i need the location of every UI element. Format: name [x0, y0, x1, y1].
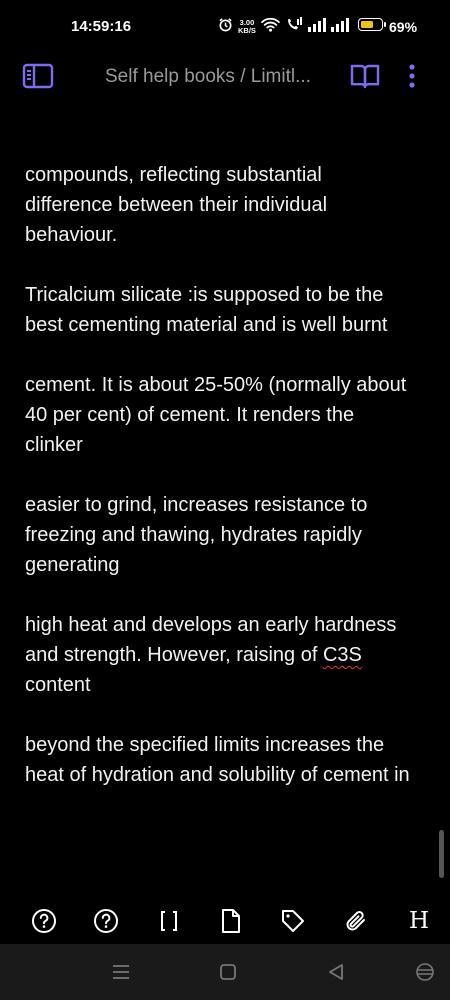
sidebar-toggle-icon[interactable]: [22, 62, 54, 95]
status-bar: 14:59:16 3.00 KB/S 69%: [0, 0, 450, 58]
editor-toolbar: H: [0, 900, 450, 944]
paragraph-text: content: [25, 674, 91, 696]
wifi-icon: [261, 17, 280, 37]
battery-icon: [358, 18, 386, 31]
signal-icon: [307, 17, 326, 37]
brackets-icon[interactable]: [155, 906, 183, 936]
note-content[interactable]: compounds, reflecting substantial differ…: [25, 160, 410, 820]
paragraph: high heat and develops an early hardness…: [25, 610, 410, 700]
help-circle-icon[interactable]: [92, 906, 120, 936]
alarm-icon: [218, 17, 233, 37]
paragraph: cement. It is about 25-50% (normally abo…: [25, 374, 407, 456]
paragraph: compounds, reflecting substantial differ…: [25, 164, 328, 246]
tag-icon[interactable]: [279, 906, 307, 936]
scrollbar-thumb[interactable]: [439, 830, 444, 878]
paragraph: Tricalcium silicate :is supposed to be t…: [25, 284, 388, 336]
net-speed: 3.00 KB/S: [238, 19, 256, 35]
back-triangle-icon[interactable]: [326, 962, 346, 987]
battery-level: [361, 21, 373, 28]
more-vert-icon[interactable]: [404, 63, 420, 96]
status-time: 14:59:16: [71, 18, 132, 35]
system-nav-bar: [0, 944, 450, 1000]
paragraph: beyond the specified limits increases th…: [25, 734, 410, 786]
volte-call-icon: [285, 17, 303, 37]
app-header: Self help books / Limitl...: [0, 58, 450, 98]
signal-icon: [330, 17, 349, 37]
reading-view-icon[interactable]: [349, 62, 381, 95]
home-square-icon[interactable]: [218, 962, 238, 987]
net-speed-unit: KB/S: [238, 26, 256, 35]
heading-icon[interactable]: H: [405, 906, 433, 936]
breadcrumb[interactable]: Self help books / Limitl...: [105, 66, 330, 88]
help-circle-icon[interactable]: [30, 906, 58, 936]
paperclip-icon[interactable]: [342, 906, 370, 936]
spellcheck-word[interactable]: C3S: [323, 644, 362, 666]
menu-icon[interactable]: [111, 962, 131, 987]
paragraph: easier to grind, increases resistance to…: [25, 494, 368, 576]
file-icon[interactable]: [217, 906, 245, 936]
status-icons: 3.00 KB/S: [218, 17, 349, 37]
battery-percent: 69%: [389, 19, 418, 35]
accessibility-icon[interactable]: [415, 962, 435, 987]
